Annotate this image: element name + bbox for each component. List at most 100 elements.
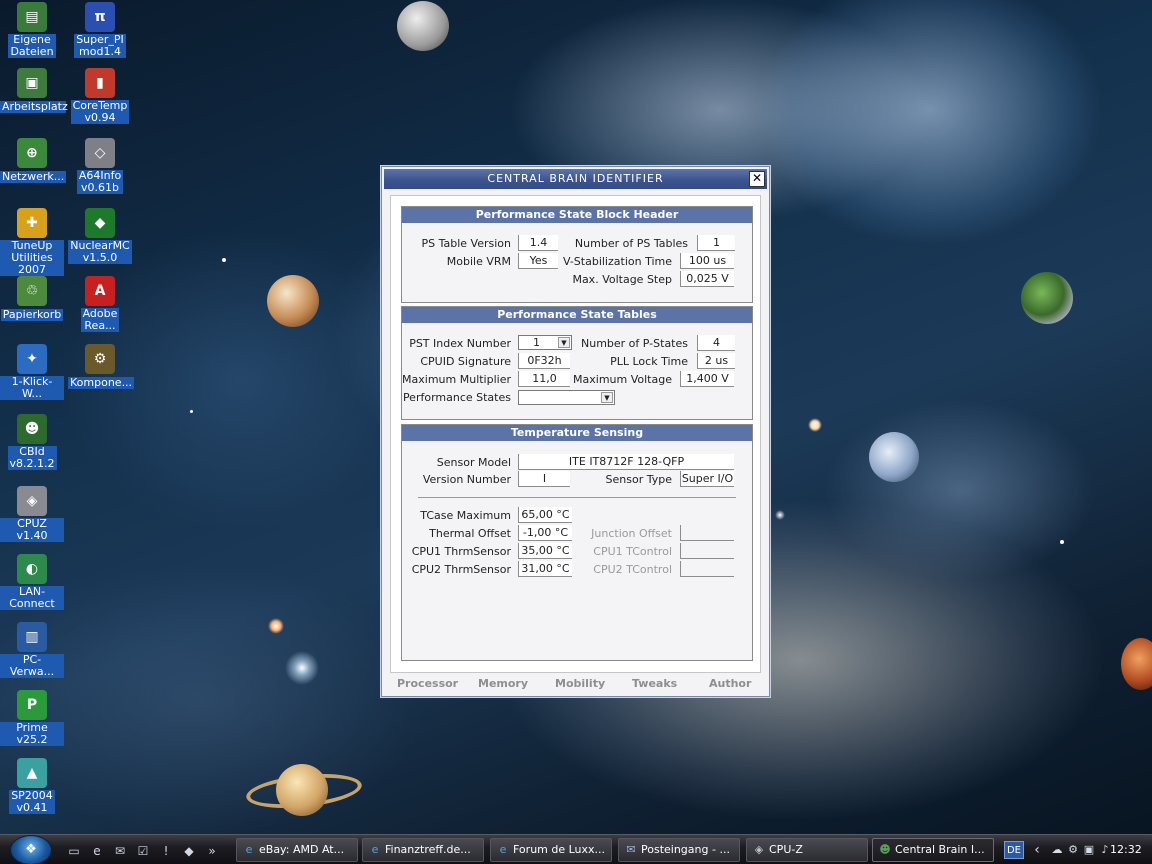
taskbar-button[interactable]: ✉ Posteingang - ... bbox=[618, 838, 740, 862]
desktop-icon[interactable]: P Prime v25.2 bbox=[0, 690, 64, 746]
junction-offset-value bbox=[680, 525, 734, 541]
desktop-icon[interactable]: ♲ Papierkorb bbox=[0, 276, 64, 321]
desktop-icon[interactable]: ◐ LAN-Connect bbox=[0, 554, 64, 610]
desktop-icon[interactable]: ◈ CPUZ v1.40 bbox=[0, 486, 64, 542]
desktop-icon[interactable]: ▤ Eigene Dateien bbox=[0, 2, 64, 58]
quicklaunch-icon[interactable]: ☑ bbox=[135, 843, 151, 859]
quicklaunch-icon[interactable]: e bbox=[89, 843, 105, 859]
app-icon: ⚙ bbox=[85, 344, 115, 374]
tab-memory[interactable]: Memory bbox=[478, 677, 528, 690]
desktop-icon-label: NuclearMC v1.5.0 bbox=[68, 239, 132, 264]
tcase-label: TCase Maximum bbox=[420, 509, 511, 522]
star bbox=[222, 258, 226, 262]
desktop-icon[interactable]: ▮ CoreTemp v0.94 bbox=[68, 68, 132, 124]
pll-lock-label: PLL Lock Time bbox=[610, 355, 688, 368]
app-icon: ✦ bbox=[17, 344, 47, 374]
tab-author[interactable]: Author bbox=[709, 677, 751, 690]
planet-moon bbox=[397, 1, 449, 51]
app-icon: ▥ bbox=[17, 622, 47, 652]
desktop-icon-label: Super_PI mod1.4 bbox=[74, 33, 126, 58]
pst-index-value: 1 bbox=[533, 336, 540, 349]
desktop-icon-label: Netzwerk... bbox=[0, 170, 66, 183]
cpu2-tcontrol-value bbox=[680, 561, 734, 577]
quicklaunch-icon[interactable]: ✉ bbox=[112, 843, 128, 859]
taskbar-button[interactable]: e Finanztreff.de... bbox=[362, 838, 484, 862]
quicklaunch-icon[interactable]: ▭ bbox=[66, 843, 82, 859]
taskbar: ❖ ▭ e ✉ ☑! ◆ » e eBay: AMD At... e Finanztreff.d… bbox=[0, 834, 1152, 864]
chevron-down-icon[interactable]: ▼ bbox=[601, 392, 613, 403]
section-title: Performance State Tables bbox=[402, 307, 752, 323]
tab-bar: Processor Memory Mobility Tweaks Author bbox=[388, 677, 763, 693]
perf-states-select[interactable]: ▼ bbox=[518, 390, 615, 405]
taskbar-button[interactable]: e eBay: AMD At... bbox=[236, 838, 358, 862]
taskbar-button[interactable]: ☻ Central Brain I... bbox=[872, 838, 994, 862]
close-icon[interactable]: ✕ bbox=[749, 171, 765, 187]
desktop-icon-label: Arbeitsplatz bbox=[0, 100, 68, 113]
planet-neptune bbox=[869, 432, 919, 482]
tab-tweaks[interactable]: Tweaks bbox=[632, 677, 677, 690]
star bbox=[190, 410, 193, 413]
num-ps-tables-value: 1 bbox=[697, 235, 735, 251]
tray-icon[interactable]: ▣ bbox=[1082, 843, 1096, 857]
sensor-type-value: Super I/O bbox=[680, 471, 734, 487]
task-icon: e bbox=[499, 843, 507, 856]
tray-expand-icon[interactable]: ‹ bbox=[1030, 843, 1044, 857]
desktop-icon-label: CBId v8.2.1.2 bbox=[7, 445, 57, 470]
desktop-icon[interactable]: ▲ SP2004 v0.41 bbox=[0, 758, 64, 814]
max-voltage-label: Maximum Voltage bbox=[573, 373, 672, 386]
tray-icon[interactable]: ⚙ bbox=[1066, 843, 1080, 857]
quicklaunch-icon[interactable]: ! bbox=[158, 843, 174, 859]
task-label: CPU-Z bbox=[769, 843, 803, 856]
junction-offset-label: Junction Offset bbox=[591, 527, 672, 540]
language-indicator[interactable]: DE bbox=[1004, 841, 1024, 859]
taskbar-button[interactable]: e Forum de Luxx... bbox=[490, 838, 612, 862]
desktop-icon[interactable]: ☻ CBId v8.2.1.2 bbox=[0, 414, 64, 470]
desktop-icon-label: SP2004 v0.41 bbox=[9, 789, 55, 814]
pst-index-select[interactable]: 1 ▼ bbox=[518, 335, 572, 350]
star bbox=[808, 418, 822, 432]
tab-processor[interactable]: Processor bbox=[397, 677, 458, 690]
desktop-icon[interactable]: ⚙ Kompone... bbox=[68, 344, 134, 389]
tab-mobility[interactable]: Mobility bbox=[555, 677, 605, 690]
desktop-icon-label: TuneUp Utilities 2007 bbox=[0, 240, 64, 276]
desktop-icon-label: Papierkorb bbox=[0, 308, 64, 321]
cpuid-label: CPUID Signature bbox=[420, 355, 511, 368]
task-icon: e bbox=[245, 843, 253, 856]
desktop-icon[interactable]: ◇ A64Info v0.61b bbox=[68, 138, 132, 194]
desktop-icon[interactable]: A Adobe Rea... bbox=[68, 276, 132, 332]
desktop-icon[interactable]: ✚ TuneUp Utilities 2007 bbox=[0, 208, 64, 276]
start-button[interactable]: ❖ bbox=[10, 835, 52, 864]
taskbar-button[interactable]: ◈ CPU-Z bbox=[746, 838, 868, 862]
chevron-down-icon[interactable]: ▼ bbox=[558, 337, 570, 348]
planet-saturn bbox=[276, 764, 328, 816]
window-titlebar[interactable]: CENTRAL BRAIN IDENTIFIER ✕ bbox=[384, 169, 767, 189]
thermal-offset-value: -1,00 °C bbox=[518, 525, 572, 541]
app-icon: ◈ bbox=[17, 486, 47, 516]
desktop-icon[interactable]: ◆ NuclearMC v1.5.0 bbox=[68, 208, 132, 264]
quicklaunch-icon[interactable]: » bbox=[204, 843, 220, 859]
desktop-icon[interactable]: ▣ Arbeitsplatz bbox=[0, 68, 68, 113]
app-icon: ◇ bbox=[85, 138, 115, 168]
clock[interactable]: 12:32 bbox=[1110, 843, 1142, 856]
app-icon: ◐ bbox=[17, 554, 47, 584]
planet-jupiter bbox=[267, 275, 319, 327]
star bbox=[1060, 540, 1064, 544]
desktop-icon[interactable]: π Super_PI mod1.4 bbox=[68, 2, 132, 58]
thermal-offset-label: Thermal Offset bbox=[429, 527, 511, 540]
window-body: Performance State Block Header PS Table … bbox=[390, 195, 761, 673]
desktop-icon-label: 1-Klick-W... bbox=[0, 376, 64, 400]
task-label: Forum de Luxx... bbox=[513, 843, 606, 856]
desktop-icon[interactable]: ⊕ Netzwerk... bbox=[0, 138, 66, 183]
cpu1-sensor-label: CPU1 ThrmSensor bbox=[411, 545, 511, 558]
desktop-icon[interactable]: ✦ 1-Klick-W... bbox=[0, 344, 64, 400]
ps-table-version-label: PS Table Version bbox=[421, 237, 511, 250]
num-pstates-value: 4 bbox=[697, 335, 735, 351]
task-label: Finanztreff.de... bbox=[385, 843, 471, 856]
app-icon: ▤ bbox=[17, 2, 47, 32]
desktop-icon[interactable]: ▥ PC-Verwa... bbox=[0, 622, 64, 678]
quicklaunch-icon[interactable]: ◆ bbox=[181, 843, 197, 859]
task-label: Central Brain I... bbox=[895, 843, 985, 856]
pst-index-label: PST Index Number bbox=[409, 337, 511, 350]
v-stab-value: 100 us bbox=[680, 253, 734, 269]
tray-icon[interactable]: ☁ bbox=[1050, 843, 1064, 857]
